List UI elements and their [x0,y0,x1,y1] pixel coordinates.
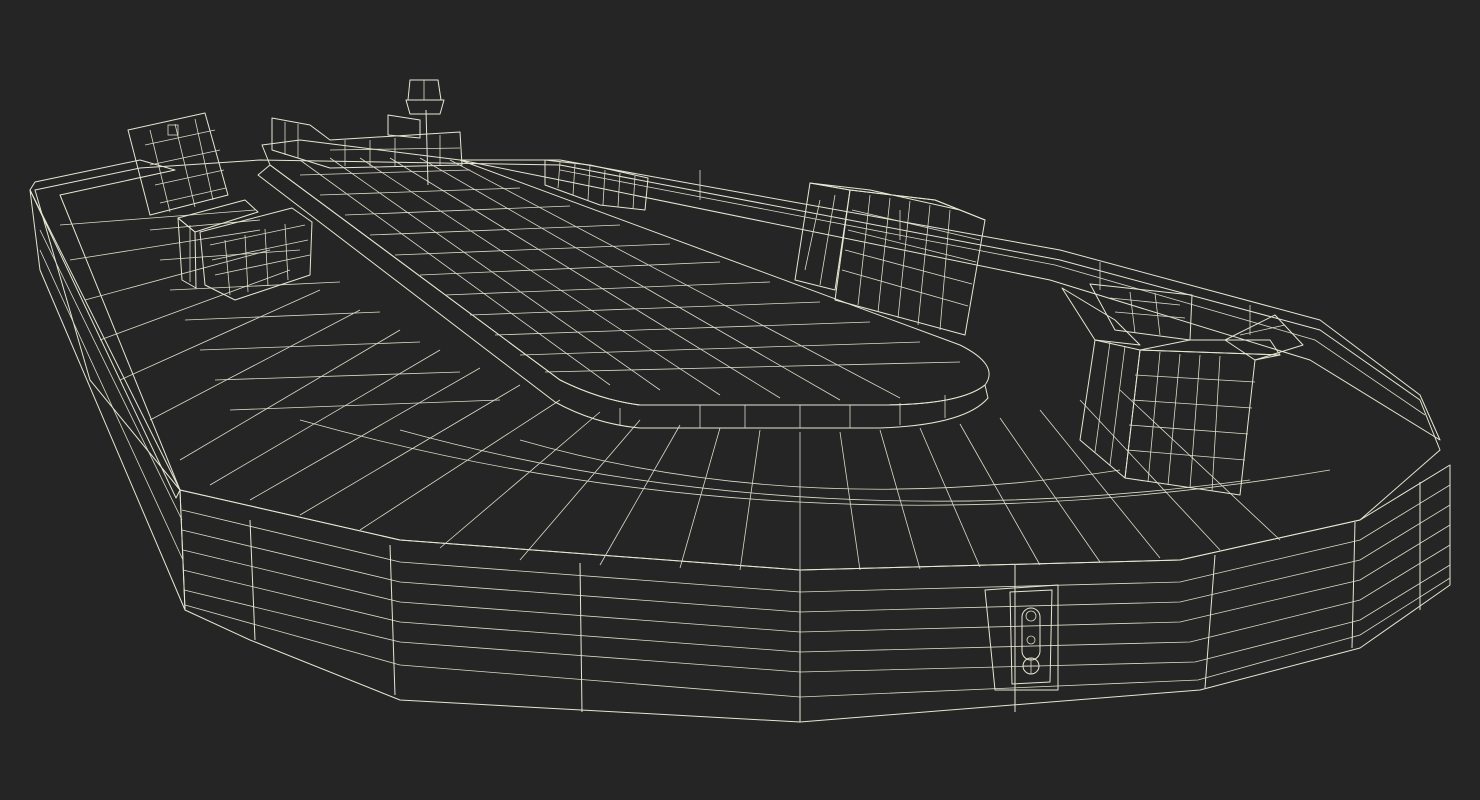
island-top [261,139,990,406]
box-far [544,159,649,211]
wall-segments [249,482,1421,722]
conveyor-slats-straight [149,219,501,411]
wall-wire-lines [39,229,1451,698]
center-island [257,79,990,429]
box-large [794,182,986,336]
control-panel [984,584,1059,691]
wireframe-render [29,79,1451,723]
beacon-lamp [405,79,445,186]
render-viewport [0,0,1480,800]
conveyor-slats [59,209,1331,571]
island-grid [299,157,961,428]
box-closed [127,112,229,216]
outer-rim [29,159,181,499]
baggage-carousel [29,159,1451,723]
box-stack [177,199,313,301]
island-side [257,164,989,429]
island-rail-lines [284,122,461,166]
outer-wall [179,464,1451,723]
